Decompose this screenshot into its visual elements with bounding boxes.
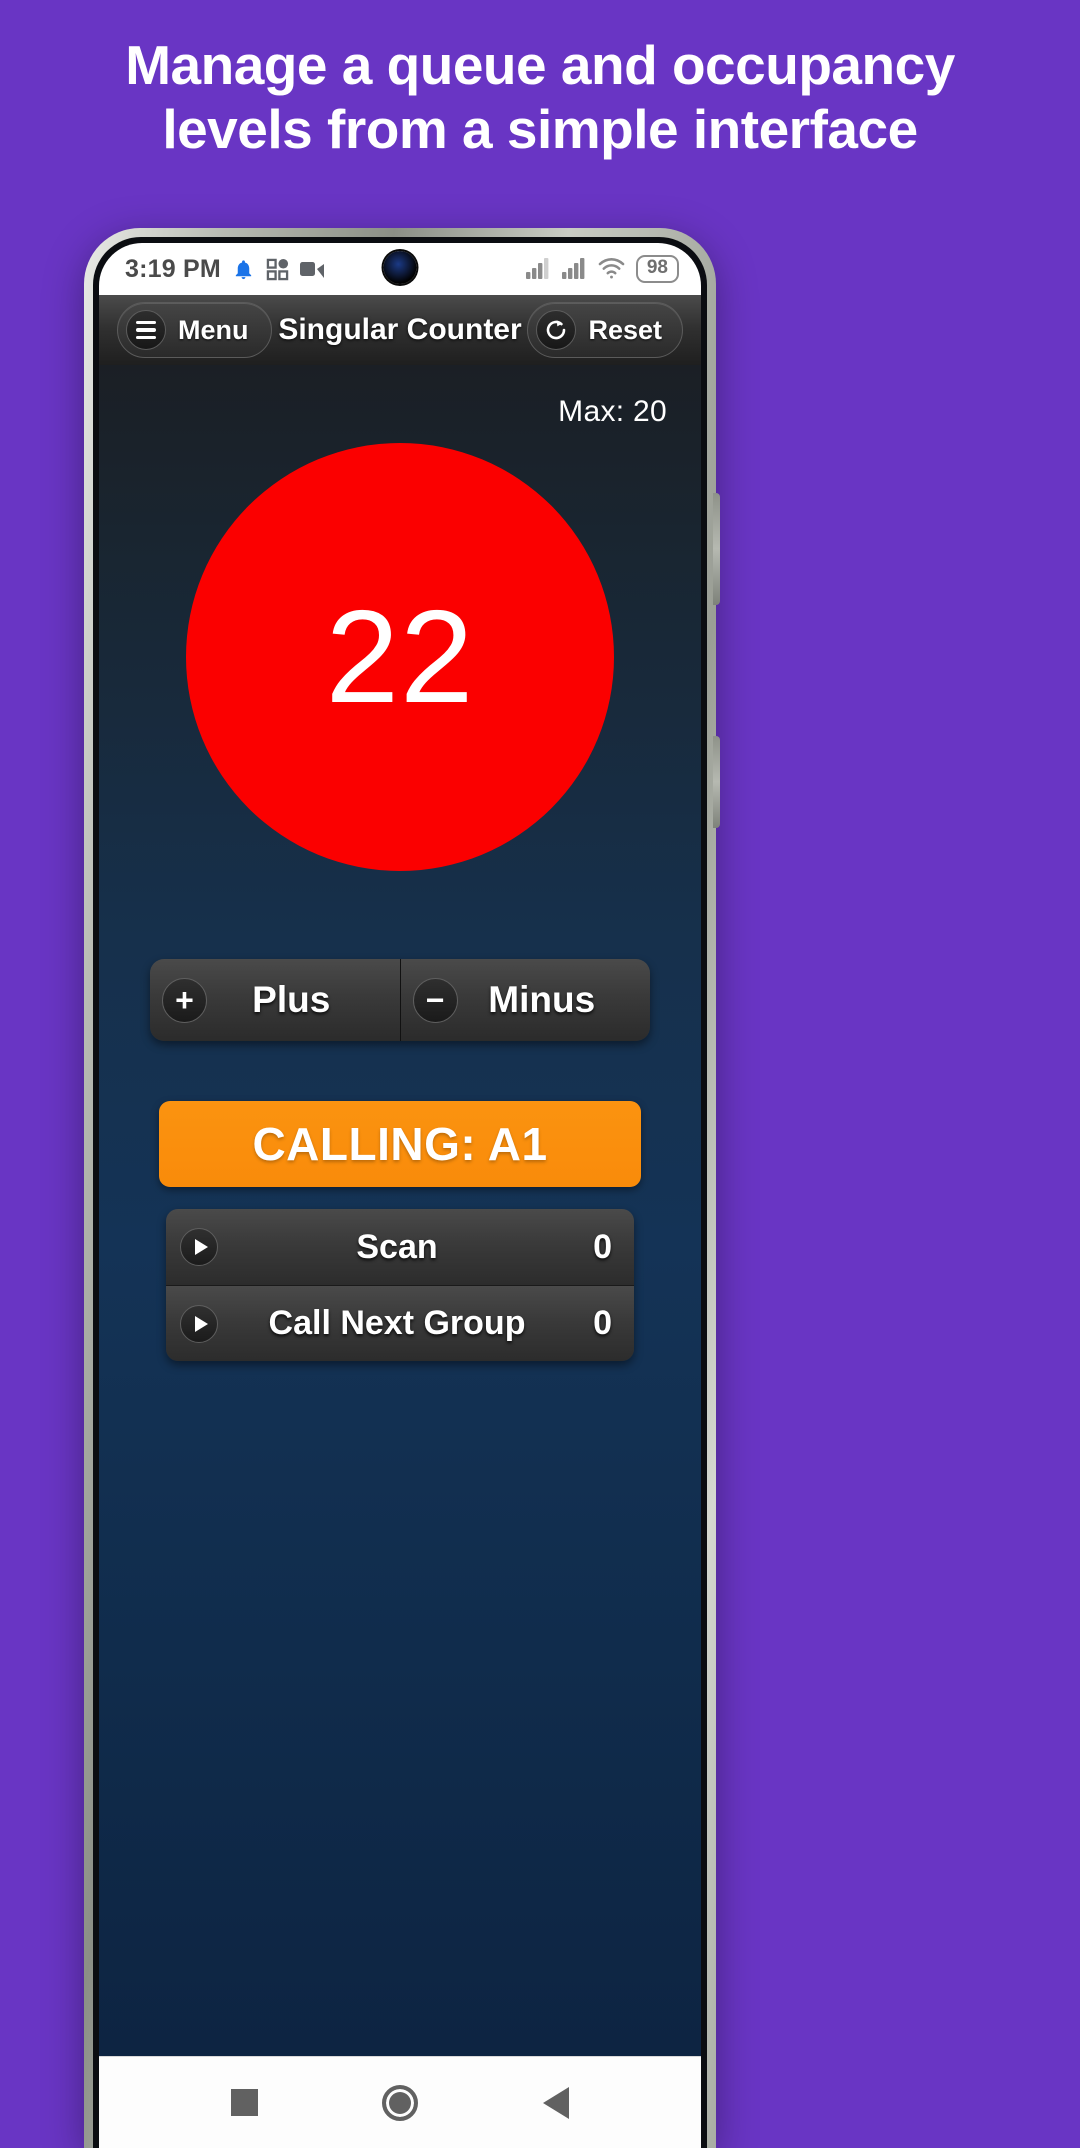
app-bar: Menu Singular Counter Reset	[99, 295, 701, 365]
battery-indicator: 98	[635, 255, 679, 283]
bell-icon	[232, 258, 255, 281]
reset-button[interactable]: Reset	[527, 302, 683, 358]
play-icon	[180, 1304, 218, 1343]
video-camera-icon	[299, 260, 324, 278]
app-content: Max: 20 22 + Plus − Minus CALLING: A1 Sc…	[99, 365, 701, 2056]
hamburger-icon	[126, 310, 166, 350]
phone-bezel: 3:19 PM 98 Menu Singular Counter Reset M…	[93, 237, 707, 2148]
play-icon	[180, 1228, 218, 1266]
plus-button[interactable]: + Plus	[150, 959, 401, 1041]
action-list: Scan 0 Call Next Group 0	[166, 1209, 634, 1361]
status-bar-right: 98	[525, 255, 679, 283]
action-count: 0	[593, 1227, 612, 1266]
menu-button-label: Menu	[178, 314, 249, 345]
status-bar-time: 3:19 PM	[125, 254, 221, 283]
list-item[interactable]: Call Next Group 0	[166, 1285, 634, 1361]
max-capacity-label: Max: 20	[558, 395, 667, 428]
status-bar: 3:19 PM 98	[99, 243, 701, 295]
action-label: Scan	[356, 1227, 438, 1266]
calling-banner[interactable]: CALLING: A1	[159, 1101, 641, 1187]
signal-icon	[561, 258, 587, 280]
minus-button[interactable]: − Minus	[400, 959, 650, 1041]
signal-icon	[525, 258, 551, 280]
headline-line-1: Manage a queue and occupancy	[125, 34, 955, 96]
square-icon[interactable]	[231, 2089, 259, 2116]
minus-circle-icon: −	[412, 977, 458, 1023]
action-count: 0	[593, 1304, 612, 1342]
counter-circle[interactable]: 22	[186, 443, 614, 871]
counter-circle-wrapper: 22	[127, 443, 673, 871]
list-item[interactable]: Scan 0	[166, 1209, 634, 1285]
action-label: Call Next Group	[268, 1304, 526, 1342]
status-bar-left: 3:19 PM	[125, 255, 324, 284]
menu-button[interactable]: Menu	[117, 302, 272, 358]
wifi-icon	[598, 258, 625, 279]
circle-icon[interactable]	[382, 2084, 419, 2121]
apps-grid-icon	[266, 258, 289, 281]
power-button[interactable]	[713, 736, 720, 828]
phone-screen: 3:19 PM 98 Menu Singular Counter Reset M…	[99, 243, 701, 2148]
plus-circle-icon: +	[162, 977, 207, 1023]
promo-headline: Manage a queue and occupancy levels from…	[0, 34, 1080, 162]
minus-button-label: Minus	[488, 979, 596, 1020]
refresh-icon	[536, 310, 577, 350]
front-camera-punchhole	[383, 251, 417, 284]
volume-button[interactable]	[713, 493, 720, 605]
android-navigation-bar	[99, 2056, 701, 2148]
triangle-back-icon[interactable]	[542, 2086, 569, 2119]
reset-button-label: Reset	[588, 314, 662, 345]
calling-banner-text: CALLING: A1	[252, 1118, 548, 1170]
plus-minus-row: + Plus − Minus	[150, 959, 650, 1041]
counter-value: 22	[325, 583, 475, 730]
phone-device-frame: 3:19 PM 98 Menu Singular Counter Reset M…	[84, 228, 720, 2148]
plus-button-label: Plus	[252, 979, 331, 1020]
headline-line-2: levels from a simple interface	[162, 97, 918, 160]
